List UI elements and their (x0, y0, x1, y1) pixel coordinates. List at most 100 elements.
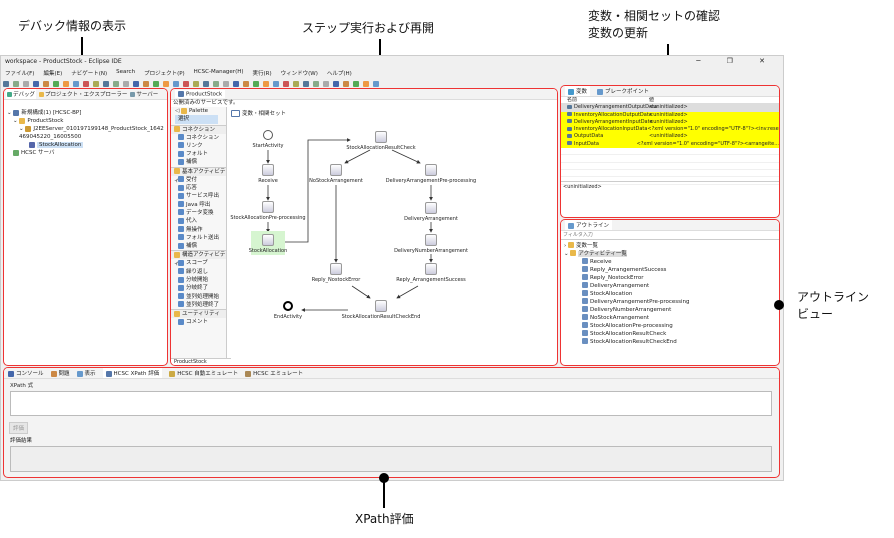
outline-item[interactable]: StockAllocation (564, 290, 779, 298)
tab-label: アウトライン (576, 223, 610, 229)
variable-icon (567, 104, 572, 109)
activity-node-label[interactable]: StartActivity (253, 143, 284, 149)
tab-breakpoints[interactable]: ブレークポイント (597, 87, 649, 95)
variable-name: InventoryAllocationOutputData (574, 111, 652, 118)
variable-row[interactable]: InputData <?xml version="1.0" encoding="U… (561, 140, 779, 149)
activity-node-icon[interactable] (330, 164, 342, 176)
variable-name: DeliveryArrangementInputData (574, 118, 653, 125)
outline-group[interactable]: ⌄ アクティビティ一覧 (564, 250, 779, 258)
activity-node-icon[interactable] (375, 131, 387, 143)
variable-name-cell: InventoryAllocationOutputData (561, 111, 652, 119)
activity-node-icon[interactable] (283, 301, 293, 311)
variable-detail[interactable]: <uninitialized> (561, 181, 779, 217)
tab-label: HCSC 自動エミュレート (177, 371, 239, 377)
activity-icon (582, 274, 588, 280)
outline-item[interactable]: Reply_NostockError (564, 274, 779, 282)
variables-icon (568, 88, 574, 95)
tab-outline[interactable]: アウトライン (565, 220, 613, 230)
xpath-panel: コンソール 問題 表示 HCSC XPath 評価 HCSC 自動エミュレート HCSC … (3, 367, 780, 478)
tab-label: HCSC XPath 評価 (113, 371, 160, 377)
activity-node-icon[interactable] (262, 201, 274, 213)
activity-node-icon[interactable] (375, 300, 387, 312)
activity-node-icon[interactable] (263, 130, 273, 140)
activity-node-label[interactable]: Reply_ArrangementSuccess (396, 277, 465, 283)
column-name: 名前 (567, 97, 578, 103)
outline-group-label: 変数一覧 (575, 242, 598, 249)
variable-row[interactable]: DeliveryArrangementInputData <uninitializ… (561, 118, 779, 127)
activity-node-label[interactable]: DeliveryArrangementPre-processing (386, 178, 476, 184)
outline-item-label: StockAllocation (590, 290, 633, 297)
activity-node-icon[interactable] (425, 164, 437, 176)
bottom-tab[interactable]: 問題 (50, 369, 70, 377)
xpath-input[interactable] (10, 391, 772, 416)
activity-node-icon[interactable] (425, 263, 437, 275)
outline-item[interactable]: StockAllocationResultCheck (564, 330, 779, 338)
result-label: 評価結果 (10, 438, 33, 444)
outline-group[interactable]: › 変数一覧 (564, 242, 779, 250)
empty-row (561, 155, 779, 163)
activity-node-label[interactable]: Reply_NostockError (312, 277, 361, 283)
outline-item[interactable]: Reply_ArrangementSuccess (564, 266, 779, 274)
empty-row (561, 170, 779, 178)
variable-icon (567, 141, 572, 146)
tab-icon (76, 370, 83, 377)
evaluate-button[interactable]: 評価 (9, 422, 29, 434)
activity-node-label[interactable]: DeliveryNumberArrangement (394, 248, 468, 254)
activity-node-icon[interactable] (262, 234, 274, 246)
activity-node-label[interactable]: StockAllocationPre-processing (230, 215, 305, 221)
variable-name: InputData (574, 140, 599, 147)
activity-node-icon[interactable] (262, 164, 274, 176)
bottom-tab[interactable]: 表示 (76, 369, 96, 377)
variable-row[interactable]: DeliveryArrangementOutputData <uninitiali… (561, 104, 779, 112)
folder-icon (570, 250, 577, 256)
outline-item[interactable]: DeliveryArrangement (564, 282, 779, 290)
empty-row (561, 148, 779, 156)
variable-row[interactable]: InventoryAllocationOutputData <uninitiali… (561, 111, 779, 119)
variable-name-cell: DeliveryArrangementInputData (561, 119, 653, 126)
outline-item[interactable]: StockAllocationPre-processing (564, 322, 779, 330)
variable-value: <uninitialized> (649, 118, 688, 125)
column-value: 値 (649, 97, 655, 103)
result-area[interactable] (10, 446, 772, 472)
outline-tabs: アウトライン (561, 220, 779, 231)
variables-table: DeliveryArrangementOutputData <uninitiali… (561, 104, 779, 185)
activity-icon (582, 306, 588, 312)
variable-row[interactable]: OutputData <uninitialized> (561, 133, 779, 141)
bottom-tab[interactable]: HCSC エミュレート (245, 369, 303, 377)
variable-icon (567, 126, 572, 131)
activity-node-label[interactable]: StockAllocation (249, 248, 288, 254)
connector-dot (379, 473, 389, 483)
variable-icon (567, 112, 572, 117)
outline-item[interactable]: StockAllocationResultCheckEnd (564, 338, 779, 346)
variable-value: <uninitialized> (649, 111, 688, 118)
outline-item-label: Receive (590, 258, 612, 265)
outline-item[interactable]: Receive (564, 258, 779, 266)
variable-row[interactable]: InventoryAllocationInputData <?xml versio… (561, 126, 779, 134)
outline-panel: アウトライン › 変数一覧⌄ アクティビティ一覧ReceiveReply_Arr… (560, 219, 780, 366)
tab-label: ブレークポイント (605, 89, 650, 95)
bottom-tab[interactable]: HCSC 自動エミュレート (169, 369, 238, 377)
variable-name-cell: DeliveryArrangementOutputData (561, 104, 657, 111)
tab-variables[interactable]: 変数 (565, 86, 591, 96)
activity-icon (582, 338, 588, 344)
outline-filter-input[interactable] (561, 231, 779, 240)
activity-node-label[interactable]: StockAllocationResultCheckEnd (342, 314, 421, 320)
activity-icon (582, 330, 588, 336)
outline-item[interactable]: NoStockArrangement (564, 314, 779, 322)
bottom-tab[interactable]: コンソール (8, 369, 44, 377)
breakpoint-icon (597, 88, 604, 95)
activity-node-label[interactable]: NoStockArrangement (309, 178, 363, 184)
activity-node-label[interactable]: DeliveryArrangement (404, 216, 458, 222)
outline-item[interactable]: DeliveryNumberArrangement (564, 306, 779, 314)
outline-item[interactable]: DeliveryArrangementPre-processing (564, 298, 779, 306)
activity-node-label[interactable]: EndActivity (274, 314, 302, 320)
variable-name: DeliveryArrangementOutputData (574, 104, 658, 111)
activity-node-icon[interactable] (425, 234, 437, 246)
activity-node-icon[interactable] (425, 202, 437, 214)
bottom-tab[interactable]: HCSC XPath 評価 (102, 368, 163, 378)
activity-node-label[interactable]: StockAllocationResultCheck (346, 145, 415, 151)
activity-node-icon[interactable] (330, 263, 342, 275)
tab-label: 表示 (84, 371, 96, 377)
outline-item-label: DeliveryArrangementPre-processing (590, 298, 690, 305)
activity-node-label[interactable]: Receive (258, 178, 278, 184)
